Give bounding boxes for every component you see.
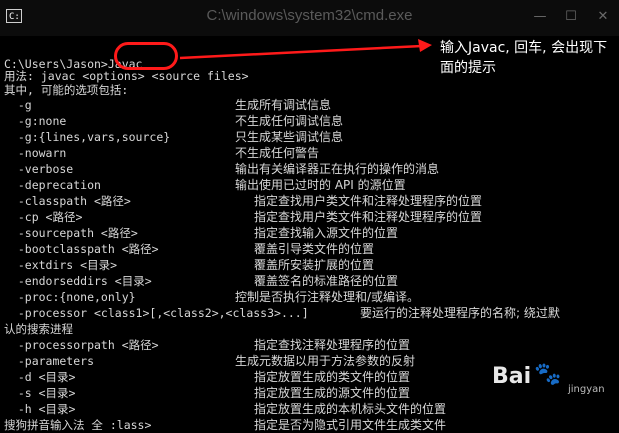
- option-flag: -extdirs <目录>: [4, 258, 118, 272]
- option-description: 不生成任何警告: [235, 146, 320, 160]
- option-flag: -g: [4, 98, 32, 112]
- minimize-button[interactable]: —: [527, 6, 553, 28]
- watermark-sub: jingyan: [568, 384, 605, 395]
- option-flag: -s <目录>: [4, 386, 76, 400]
- option-flag: -endorseddirs <目录>: [4, 274, 152, 288]
- option-description: 覆盖引导类文件的位置: [254, 242, 375, 256]
- watermark-brand: Bai: [492, 364, 532, 389]
- option-description: 生成所有调试信息: [235, 98, 332, 112]
- option-flag: -sourcepath <路径>: [4, 226, 138, 240]
- option-description: 指定查找用户类文件和注释处理程序的位置: [254, 194, 483, 208]
- option-flag: 搜狗拼音输入法 全 :lass>: [4, 418, 152, 432]
- option-description: 覆盖签名的标准路径的位置: [254, 274, 399, 288]
- paw-icon: 🐾: [534, 362, 562, 387]
- option-description: 指定查找注释处理程序的位置: [254, 338, 411, 352]
- baidu-watermark: Bai 🐾 jingyan: [488, 362, 616, 402]
- option-description: 指定是否为隐式引用文件生成类文件: [254, 418, 447, 432]
- option-description: 指定放置生成的本机标头文件的位置: [254, 402, 447, 416]
- maximize-button[interactable]: ☐: [558, 6, 584, 28]
- option-description: 指定查找输入源文件的位置: [254, 226, 399, 240]
- option-description: 控制是否执行注释处理和/或编译。: [235, 290, 420, 304]
- option-description: 生成元数据以用于方法参数的反射: [235, 354, 416, 368]
- options-header: 其中, 可能的选项包括:: [4, 83, 129, 97]
- close-button[interactable]: ✕: [590, 6, 616, 28]
- option-description: 指定查找用户类文件和注释处理程序的位置: [254, 210, 483, 224]
- option-flag: -verbose: [4, 162, 74, 176]
- option-flag: -nowarn: [4, 146, 67, 160]
- option-flag: -g:none: [4, 114, 67, 128]
- title-bar: C: C:\windows\system32\cmd.exe — ☐ ✕: [0, 0, 619, 36]
- option-description: 输出使用已过时的 API 的源位置: [235, 178, 406, 192]
- option-flag: -proc:{none,only}: [4, 290, 136, 304]
- option-flag: -h <目录>: [4, 402, 76, 416]
- option-flag: -deprecation: [4, 178, 101, 192]
- option-flag: -processorpath <路径>: [4, 338, 159, 352]
- option-description: 不生成任何调试信息: [235, 114, 344, 128]
- option-description: 覆盖所安装扩展的位置: [254, 258, 375, 272]
- option-description: 输出有关编译器正在执行的操作的消息: [235, 162, 440, 176]
- option-flag: -g:{lines,vars,source}: [4, 130, 171, 144]
- highlight-oval: [114, 42, 178, 70]
- option-description: 指定放置生成的类文件的位置: [254, 370, 411, 384]
- option-flag: -bootclasspath <路径>: [4, 242, 159, 256]
- option-flag: -cp <路径>: [4, 210, 83, 224]
- option-flag: -parameters: [4, 354, 95, 368]
- option-flag: -d <目录>: [4, 370, 76, 384]
- option-description: 要运行的注释处理程序的名称; 绕过默: [360, 306, 560, 320]
- option-description: 指定放置生成的源文件的位置: [254, 386, 411, 400]
- option-flag: -processor <class1>[,<class2>,<class3>..…: [4, 306, 309, 320]
- annotation-text: 输入Javac, 回车, 会出现下面的提示: [440, 40, 608, 76]
- option-flag: 认的搜索进程: [4, 322, 73, 336]
- option-description: 只生成某些调试信息: [235, 130, 344, 144]
- option-flag: -classpath <路径>: [4, 194, 131, 208]
